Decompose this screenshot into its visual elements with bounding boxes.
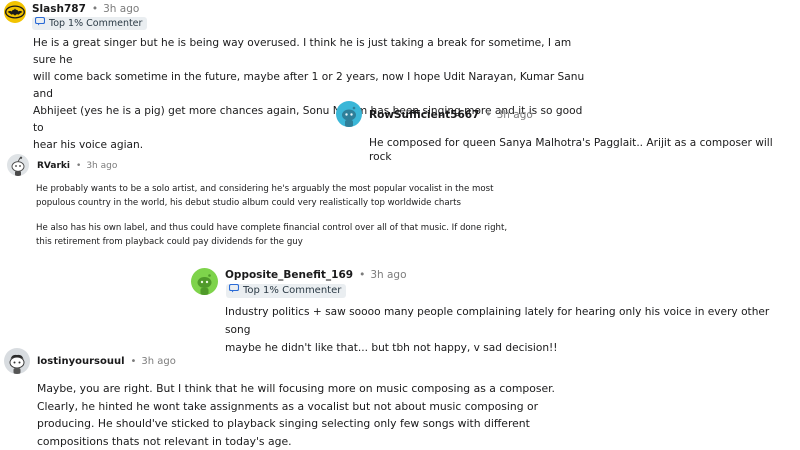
user-flair-badge: Top 1% Commenter bbox=[226, 283, 347, 298]
badge-label: Top 1% Commenter bbox=[49, 18, 143, 29]
comment-body: Industry politics + saw soooo many peopl… bbox=[225, 303, 795, 357]
batman-logo-avatar-icon[interactable] bbox=[4, 1, 26, 23]
timestamp: 3h ago bbox=[496, 109, 533, 121]
comment-text-line: producing. He should've sticked to playb… bbox=[37, 417, 530, 430]
comment-text-line: this retirement from playback could pay … bbox=[36, 237, 303, 247]
comment-body: Maybe, you are right. But I think that h… bbox=[37, 380, 597, 450]
snoo-avatar-icon[interactable] bbox=[4, 348, 30, 374]
comment-text-line: Maybe, you are right. But I think that h… bbox=[37, 382, 555, 395]
username[interactable]: Opposite_Benefit_169 bbox=[225, 269, 353, 282]
comment-text-line: He is a great singer but he is being way… bbox=[33, 37, 572, 66]
separator-dot: • bbox=[91, 3, 99, 15]
timestamp: 3h ago bbox=[86, 161, 118, 171]
comment-text-line: Industry politics + saw soooo many peopl… bbox=[225, 306, 770, 336]
comment-body: He probably wants to be a solo artist, a… bbox=[36, 182, 536, 249]
snoo-avatar-icon[interactable] bbox=[7, 154, 29, 176]
separator-dot: • bbox=[359, 269, 366, 281]
comment-text-line: compositions thats not relevant in today… bbox=[37, 434, 292, 448]
comment-badge-icon bbox=[34, 16, 46, 30]
username[interactable]: lostinyoursouul bbox=[37, 355, 125, 368]
snoo-avatar-icon[interactable] bbox=[336, 101, 362, 127]
username[interactable]: RVarki bbox=[37, 160, 70, 172]
timestamp: 3h ago bbox=[141, 356, 176, 367]
separator-dot: • bbox=[485, 109, 492, 121]
username[interactable]: RowSufficient5667 bbox=[369, 109, 479, 122]
comment-text-line: He probably wants to be a solo artist, a… bbox=[36, 184, 494, 194]
comment-text-line: Clearly, he hinted he wont take assignme… bbox=[37, 399, 539, 413]
snoo-avatar-icon[interactable] bbox=[191, 268, 218, 295]
comment-text-line: He also has his own label, and thus coul… bbox=[36, 223, 508, 233]
badge-label: Top 1% Commenter bbox=[243, 285, 342, 296]
comment-text-line: populous country in the world, his debut… bbox=[36, 198, 462, 208]
comment-text-line: He composed for queen Sanya Malhotra's P… bbox=[369, 137, 773, 163]
comment-badge-icon bbox=[228, 283, 240, 298]
separator-dot: • bbox=[76, 161, 82, 171]
username[interactable]: Slash787 bbox=[32, 3, 86, 16]
timestamp: 3h ago bbox=[370, 269, 407, 281]
comment-text-line: maybe he didn't like that... but tbh not… bbox=[225, 342, 558, 354]
comment-body: He composed for queen Sanya Malhotra's P… bbox=[369, 136, 794, 164]
comment-text-line: will come back sometime in the future, m… bbox=[33, 71, 585, 100]
user-flair-badge: Top 1% Commenter bbox=[32, 16, 148, 30]
timestamp: 3h ago bbox=[103, 3, 140, 15]
separator-dot: • bbox=[130, 356, 137, 367]
